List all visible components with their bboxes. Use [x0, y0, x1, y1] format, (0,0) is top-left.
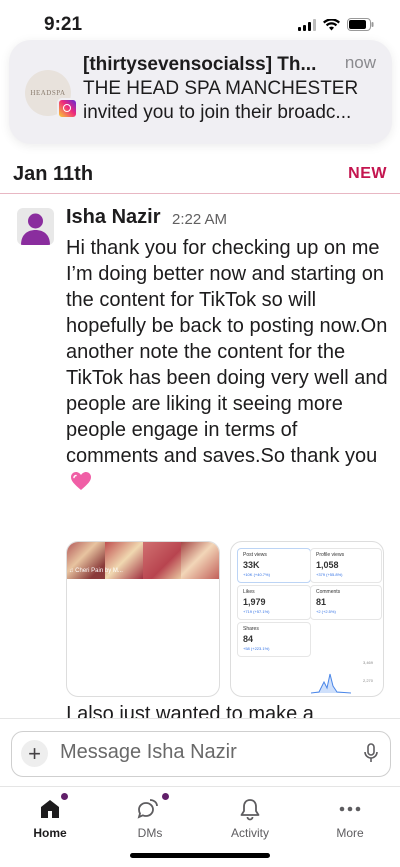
video-caption: ♫ Cheri Pain by M... [69, 568, 123, 574]
views-sparkline [311, 673, 351, 694]
notification-banner[interactable]: HEADSPA [thirtysevensocialss] Th... THE … [9, 40, 392, 144]
message-input[interactable]: Message Isha Nazir [60, 741, 237, 764]
day-label: Jan 11th [13, 163, 94, 185]
microphone-icon [364, 743, 378, 762]
notification-time: now [344, 53, 376, 72]
wifi-icon [323, 18, 340, 30]
plus-icon: + [28, 740, 41, 766]
tab-more[interactable]: More [300, 787, 400, 840]
stat-value: 81 [316, 597, 327, 607]
stat-label: Likes [243, 589, 255, 595]
instagram-icon [57, 98, 78, 119]
stat-label: Shares [243, 626, 259, 632]
notification-title: [thirtysevensocialss] Th... [83, 54, 317, 75]
message-text: Hi thank you for checking up on me I’m d… [66, 237, 388, 467]
day-divider: Jan 11th NEW [0, 161, 400, 194]
tab-dms[interactable]: DMs [100, 787, 200, 840]
status-icons [298, 18, 374, 31]
caption-text: Cheri Pain by M... [75, 568, 123, 574]
bell-icon [240, 799, 260, 821]
video-attachment[interactable]: ♫ Cheri Pain by M... [66, 541, 220, 697]
stat-likes: Likes 1,979 +719 (+57.1%) [237, 585, 311, 620]
stat-label: Post views [243, 552, 267, 558]
stat-value: 84 [243, 634, 254, 644]
cellular-signal-icon [298, 18, 316, 31]
message-time: 2:22 AM [172, 211, 228, 228]
notification-line-2: invited you to join their broadc... [83, 102, 352, 123]
message-input-container: + Message Isha Nazir [11, 731, 391, 777]
microphone-button[interactable] [364, 743, 378, 768]
battery-icon [347, 18, 374, 31]
stat-label: Profile views [316, 552, 345, 558]
stat-value: 33K [243, 560, 260, 570]
stat-label: Comments [316, 589, 341, 595]
notification-line-1: THE HEAD SPA MANCHESTER [83, 78, 359, 99]
sender-name[interactable]: Isha Nazir [66, 206, 160, 229]
tab-activity[interactable]: Activity [200, 787, 300, 840]
analytics-attachment[interactable]: Post views 33K +10K (+40.7%) Profile vie… [230, 541, 384, 697]
composer: + Message Isha Nazir [0, 718, 400, 787]
tab-label: DMs [137, 826, 163, 840]
sender-avatar[interactable] [17, 208, 54, 245]
home-icon [41, 800, 59, 818]
stat-comments: Comments 81 +2 (+2.5%) [310, 585, 382, 620]
tab-label: Home [33, 826, 67, 840]
home-unread-dot [60, 792, 69, 801]
add-attachment-button[interactable]: + [21, 740, 48, 767]
stat-change: +2 (+2.5%) [316, 609, 336, 614]
axis-label-mid: 2,270 [362, 678, 373, 683]
axis-label-top: 3,469 [362, 660, 373, 665]
notification-content: [thirtysevensocialss] Th... THE HEAD SPA… [83, 53, 383, 125]
stat-value: 1,979 [243, 597, 266, 607]
message-body: Hi thank you for checking up on me I’m d… [66, 235, 388, 498]
clock: 9:21 [44, 14, 83, 35]
home-indicator [130, 853, 270, 858]
dms-icon [137, 799, 158, 819]
tab-label: Activity [230, 826, 269, 840]
stat-change: +379 (+55.8%) [316, 572, 343, 577]
stat-value: 1,058 [316, 560, 339, 570]
stat-change: +58 (+223.1%) [243, 646, 270, 651]
new-badge: NEW [348, 165, 387, 182]
pink-heart-icon [70, 471, 92, 498]
stat-change: +719 (+57.1%) [243, 609, 270, 614]
stat-profile-views: Profile views 1,058 +379 (+55.8%) [310, 548, 382, 583]
stat-change: +10K (+40.7%) [243, 572, 270, 577]
tab-home[interactable]: Home [0, 787, 100, 840]
user-icon [21, 213, 50, 245]
tab-label: More [336, 826, 364, 840]
stat-shares: Shares 84 +58 (+223.1%) [237, 622, 311, 657]
stat-post-views: Post views 33K +10K (+40.7%) [237, 548, 311, 583]
more-icon [339, 806, 361, 812]
dms-unread-dot [161, 792, 170, 801]
